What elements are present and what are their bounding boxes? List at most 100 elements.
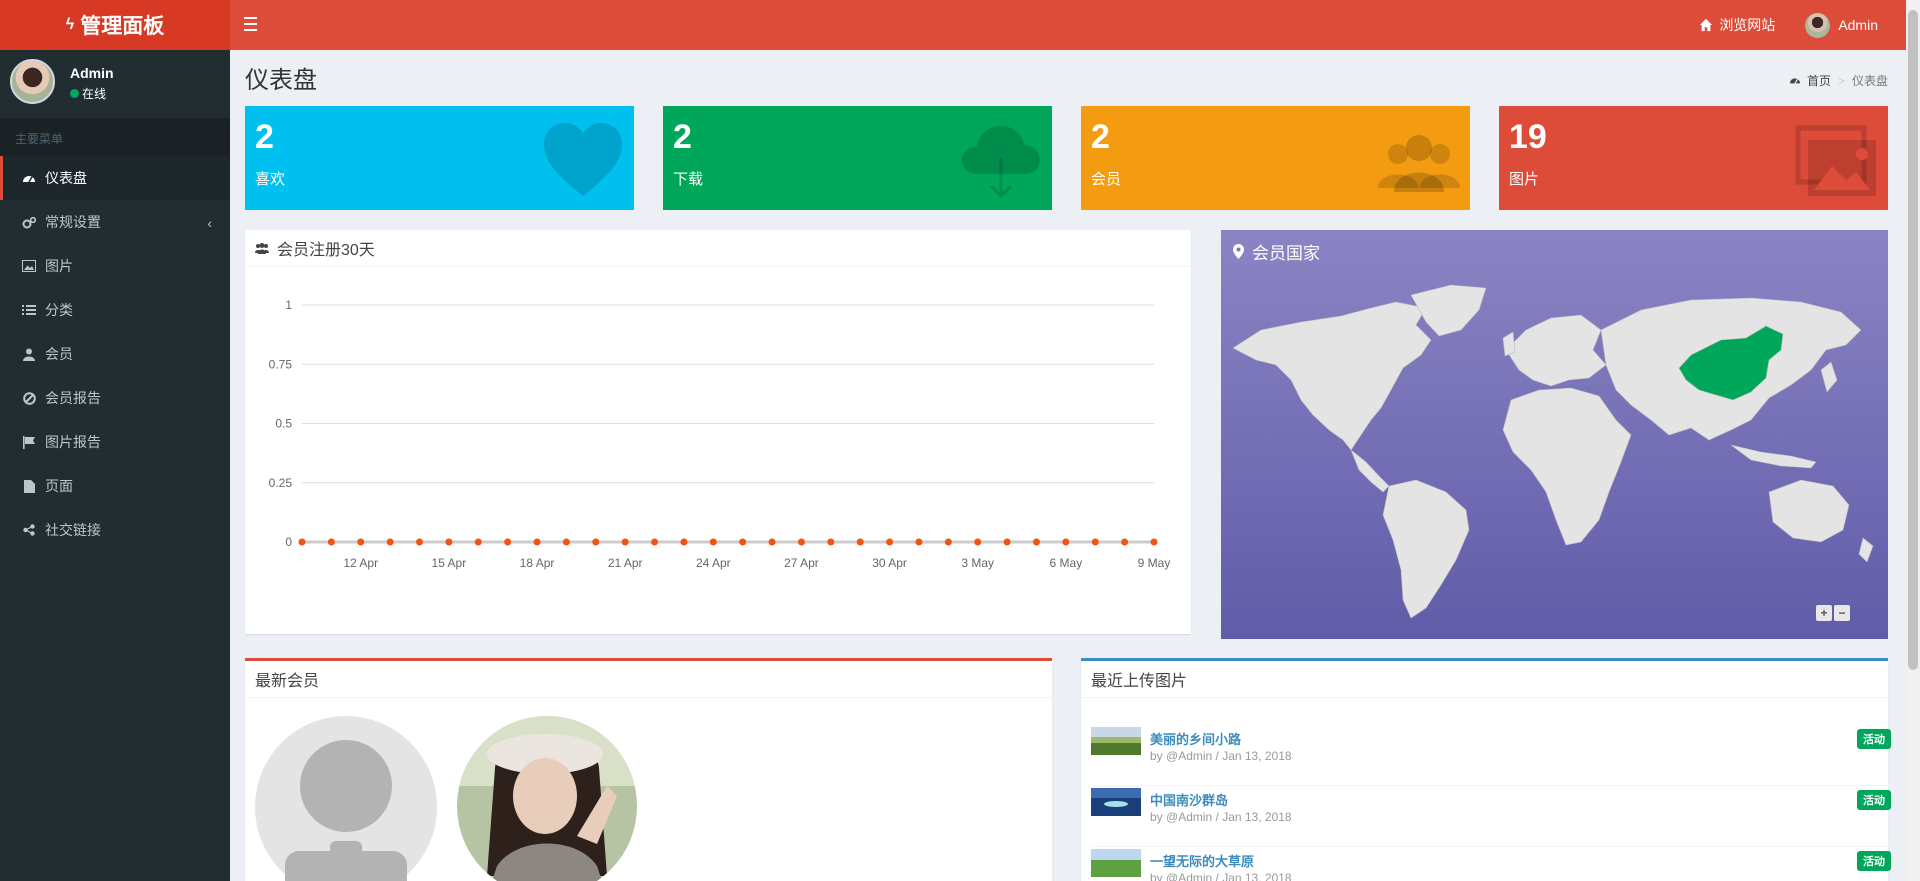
- data-point[interactable]: [856, 538, 864, 546]
- indonesia-landmass: [1730, 444, 1817, 469]
- list-item[interactable]: 中国南沙群岛 by @Admin / Jan 13, 2018 活动: [1091, 786, 1891, 847]
- data-point[interactable]: [739, 538, 747, 546]
- x-tick-label: 3 May: [961, 556, 994, 570]
- latest-members-box: 最新会员: [245, 658, 1052, 881]
- avatar: [1805, 12, 1831, 38]
- sidebar-item-social-links[interactable]: 社交链接: [0, 508, 230, 552]
- data-point[interactable]: [1150, 538, 1158, 546]
- page-scrollbar[interactable]: [1906, 0, 1920, 881]
- list-item[interactable]: 美丽的乡间小路 by @Admin / Jan 13, 2018 活动: [1091, 725, 1891, 786]
- data-point[interactable]: [1121, 538, 1129, 546]
- member-avatar-placeholder[interactable]: [255, 716, 437, 881]
- stat-box-downloads[interactable]: 2 下载: [663, 106, 1052, 210]
- stat-box-likes[interactable]: 2 喜欢: [245, 106, 634, 210]
- user-menu-label: Admin: [1838, 17, 1878, 33]
- x-tick-label: 18 Apr: [520, 556, 555, 570]
- y-tick-label: 0: [285, 535, 292, 549]
- sidebar-item-image-reports[interactable]: 图片报告: [0, 420, 230, 464]
- sidebar-avatar: [10, 59, 55, 104]
- data-point[interactable]: [533, 538, 541, 546]
- user-menu[interactable]: Admin: [1805, 12, 1878, 38]
- sidebar-item-members[interactable]: 会员: [0, 332, 230, 376]
- sidebar-item-member-reports[interactable]: 会员报告: [0, 376, 230, 420]
- stat-box-images[interactable]: 19 图片: [1499, 106, 1888, 210]
- sidebar-item-dashboard[interactable]: 仪表盘: [0, 156, 230, 200]
- new-zealand-landmass: [1858, 537, 1874, 563]
- south-america-landmass: [1382, 479, 1470, 619]
- data-point[interactable]: [651, 538, 659, 546]
- sidebar-item-images[interactable]: 图片: [0, 244, 230, 288]
- data-point[interactable]: [445, 538, 453, 546]
- browse-site-link[interactable]: 浏览网站: [1699, 15, 1775, 35]
- stat-value: 19: [1509, 118, 1547, 156]
- y-tick-label: 0.75: [269, 357, 293, 371]
- data-point[interactable]: [1091, 538, 1099, 546]
- data-point[interactable]: [1062, 538, 1070, 546]
- sidebar-user-name: Admin: [70, 65, 114, 81]
- data-point[interactable]: [827, 538, 835, 546]
- sidebar-item-pages[interactable]: 页面: [0, 464, 230, 508]
- data-point[interactable]: [562, 538, 570, 546]
- stat-value: 2: [255, 118, 274, 156]
- menu-header: 主要菜单: [0, 118, 230, 156]
- list-item[interactable]: 一望无际的大草原 by @Admin / Jan 13, 2018 活动: [1091, 847, 1891, 881]
- cloud-download-icon: [962, 126, 1040, 199]
- data-point[interactable]: [386, 538, 394, 546]
- x-tick-label: 30 Apr: [872, 556, 907, 570]
- image-title-link[interactable]: 一望无际的大草原: [1150, 851, 1254, 870]
- ban-icon: [21, 391, 37, 405]
- data-point[interactable]: [944, 538, 952, 546]
- australia-landmass: [1768, 479, 1850, 543]
- data-point[interactable]: [709, 538, 717, 546]
- status-dot-icon: [70, 89, 79, 98]
- data-point[interactable]: [474, 538, 482, 546]
- map-zoom-in-button[interactable]: +: [1816, 605, 1832, 621]
- breadcrumb-home[interactable]: 首页: [1807, 72, 1831, 89]
- scrollbar-thumb[interactable]: [1908, 10, 1918, 670]
- sidebar-item-label: 分类: [45, 302, 73, 318]
- central-america-landmass: [1350, 449, 1390, 493]
- data-point[interactable]: [797, 538, 805, 546]
- sidebar-item-label: 图片报告: [45, 434, 101, 450]
- file-icon: [21, 479, 37, 493]
- data-point[interactable]: [357, 538, 365, 546]
- share-icon: [21, 523, 37, 537]
- heart-icon: [544, 123, 622, 196]
- data-point[interactable]: [327, 538, 335, 546]
- breadcrumb-separator: >: [1837, 73, 1845, 88]
- image-meta: by @Admin / Jan 13, 2018: [1150, 871, 1292, 881]
- data-point[interactable]: [621, 538, 629, 546]
- stat-box-members[interactable]: 2 会员: [1081, 106, 1470, 210]
- image-title-link[interactable]: 美丽的乡间小路: [1150, 729, 1241, 748]
- member-countries-map-box: 会员国家 + −: [1221, 230, 1888, 639]
- data-point[interactable]: [915, 538, 923, 546]
- sidebar-item-settings[interactable]: 常规设置 ‹: [0, 200, 230, 244]
- member-avatar-photo[interactable]: [457, 716, 637, 881]
- chevron-left-icon: ‹: [207, 215, 212, 231]
- stat-label: 会员: [1091, 171, 1122, 188]
- online-status: 在线: [70, 85, 106, 102]
- data-point[interactable]: [416, 538, 424, 546]
- data-point[interactable]: [592, 538, 600, 546]
- data-point[interactable]: [1003, 538, 1011, 546]
- image-title-link[interactable]: 中国南沙群岛: [1150, 790, 1228, 809]
- status-badge: 活动: [1857, 729, 1891, 749]
- sidebar-toggle-icon[interactable]: [244, 13, 264, 37]
- image-thumbnail: [1091, 788, 1141, 816]
- y-tick-label: 1: [285, 298, 292, 312]
- map-zoom-out-button[interactable]: −: [1834, 605, 1850, 621]
- africa-landmass: [1502, 387, 1632, 546]
- data-point[interactable]: [680, 538, 688, 546]
- bolt-icon: ϟ: [65, 16, 75, 33]
- dashboard-icon: [1789, 74, 1801, 88]
- data-point[interactable]: [768, 538, 776, 546]
- data-point[interactable]: [1032, 538, 1040, 546]
- members-box-header: 最新会员: [245, 661, 1052, 698]
- data-point[interactable]: [886, 538, 894, 546]
- world-map[interactable]: [1221, 230, 1888, 639]
- data-point[interactable]: [504, 538, 512, 546]
- app-logo[interactable]: ϟ 管理面板: [0, 0, 230, 50]
- sidebar-item-categories[interactable]: 分类: [0, 288, 230, 332]
- data-point[interactable]: [974, 538, 982, 546]
- data-point[interactable]: [298, 538, 306, 546]
